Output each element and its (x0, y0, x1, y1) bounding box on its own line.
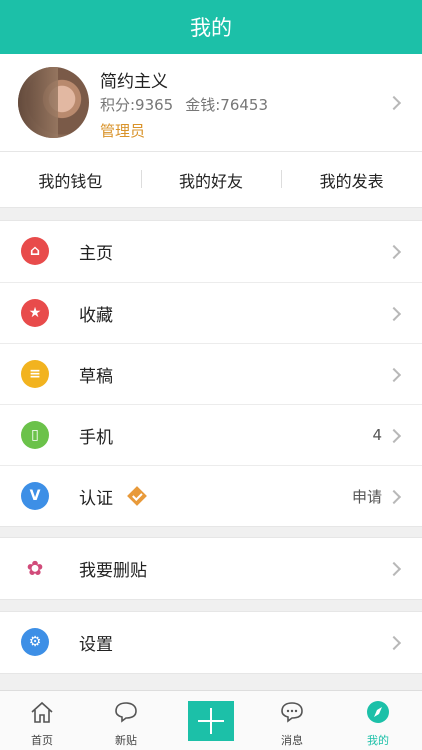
menu-item-label: 设置 (79, 635, 113, 655)
bottom-tab-bar: 首页 新贴 消息 我的 (0, 690, 422, 750)
menu-item-verify[interactable]: V 认证 申请 (0, 465, 422, 526)
chevron-right-icon (386, 306, 402, 322)
add-post-button[interactable] (188, 701, 234, 741)
tab-label: 我的 (367, 734, 389, 747)
menu-item-label: 我要删贴 (79, 561, 147, 581)
menu-item-label: 手机 (79, 427, 113, 448)
menu-item-label: 主页 (79, 244, 113, 264)
home-icon: ⌂ (21, 237, 49, 265)
username: 简约主义 (100, 72, 168, 92)
wallet-link[interactable]: 我的钱包 (0, 168, 141, 192)
gear-icon: ⚙ (21, 628, 49, 656)
tab-label: 新贴 (115, 734, 137, 747)
role-badge: 管理员 (100, 122, 146, 140)
friends-link[interactable]: 我的好友 (140, 168, 282, 192)
menu-item-phone[interactable]: ▯ 手机 4 (0, 404, 422, 465)
compass-icon (367, 701, 389, 723)
home-icon (31, 701, 53, 723)
chevron-right-icon (386, 95, 402, 111)
chevron-right-icon (386, 244, 402, 260)
chat-bubble-icon (115, 702, 137, 723)
phone-value: 4 (372, 426, 382, 444)
chevron-right-icon (386, 428, 402, 444)
menu-group-settings: ⚙ 设置 (0, 611, 422, 674)
points-value: 积分:9365 (100, 96, 174, 114)
menu-item-label: 认证 (79, 488, 113, 509)
tab-mine[interactable]: 我的 (336, 691, 420, 750)
menu-item-drafts[interactable]: ≡ 草稿 (0, 343, 422, 404)
phone-icon: ▯ (21, 421, 49, 449)
chevron-right-icon (386, 635, 402, 651)
page-title: 我的 (0, 0, 422, 54)
avatar[interactable] (18, 67, 89, 138)
chevron-right-icon (386, 367, 402, 383)
profile-stats: 积分:9365 金钱:76453 (100, 94, 268, 115)
verified-badge-icon (127, 486, 147, 506)
menu-item-home[interactable]: ⌂ 主页 (0, 221, 422, 282)
tab-home[interactable]: 首页 (0, 691, 84, 750)
chevron-right-icon (386, 489, 402, 505)
document-icon: ≡ (21, 360, 49, 388)
menu-group-delete: ✿ 我要删贴 (0, 537, 422, 600)
chat-bubble-icon (281, 702, 303, 723)
profile-card[interactable]: 简约主义 积分:9365 金钱:76453 管理员 (0, 54, 422, 152)
verify-value: 申请 (351, 487, 382, 506)
my-posts-link[interactable]: 我的发表 (281, 168, 422, 192)
menu-item-label: 草稿 (79, 366, 113, 387)
menu-item-delete-post[interactable]: ✿ 我要删贴 (0, 538, 422, 599)
quick-links: 我的钱包 我的好友 我的发表 (0, 152, 422, 208)
chevron-right-icon (386, 561, 402, 577)
menu-item-settings[interactable]: ⚙ 设置 (0, 612, 422, 673)
v-icon: V (21, 482, 49, 510)
menu-group-main: ⌂ 主页 ★ 收藏 ≡ 草稿 ▯ 手机 4 V 认证 申请 (0, 220, 422, 527)
star-icon: ★ (21, 299, 49, 327)
tab-label: 首页 (31, 734, 53, 747)
money-value: 金钱:76453 (185, 96, 269, 114)
tab-messages[interactable]: 消息 (250, 691, 334, 750)
flower-icon: ✿ (26, 556, 44, 580)
tab-new-post[interactable]: 新贴 (84, 691, 168, 750)
tab-label: 消息 (281, 734, 303, 747)
menu-item-favorites[interactable]: ★ 收藏 (0, 282, 422, 343)
menu-item-label: 收藏 (79, 305, 113, 326)
